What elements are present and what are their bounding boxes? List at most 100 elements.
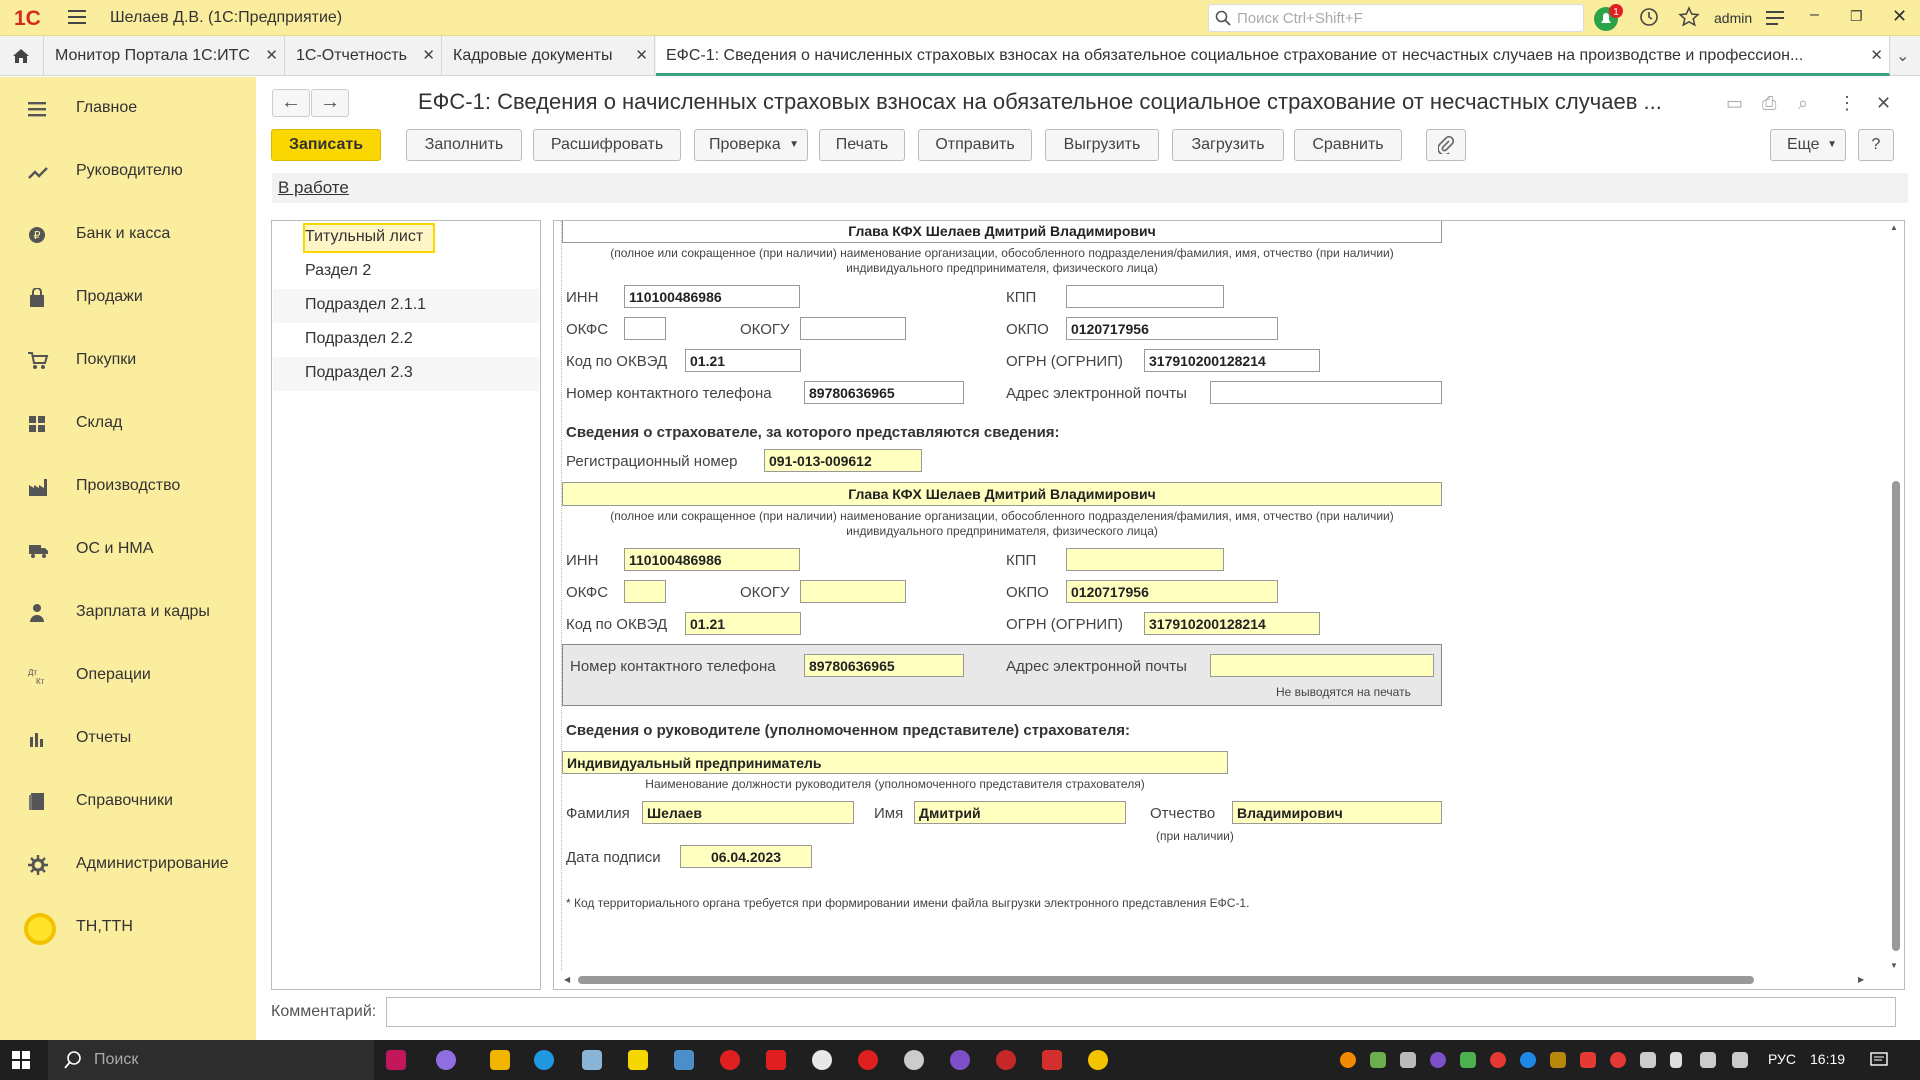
section-item-title-page[interactable]: Титульный лист [273, 221, 539, 255]
opera-icon[interactable] [858, 1050, 878, 1070]
scroll-up-icon[interactable]: ▲ [1890, 223, 1898, 232]
tray-icon-2[interactable] [1370, 1052, 1386, 1068]
section-item-2-1-1[interactable]: Подраздел 2.1.1 [273, 289, 539, 323]
status-link[interactable]: В работе [278, 178, 349, 198]
scroll-down-icon[interactable]: ▼ [1890, 961, 1898, 970]
insurer-okved-field[interactable]: 01.21 [685, 612, 801, 635]
restore-icon[interactable]: ❐ [1850, 8, 1863, 25]
tray-icon-5[interactable] [1520, 1052, 1536, 1068]
sign-date-field[interactable]: 06.04.2023 [680, 845, 812, 868]
global-search-input[interactable]: Поиск Ctrl+Shift+F [1208, 4, 1584, 32]
tray-icon-viber[interactable] [1430, 1052, 1446, 1068]
settings-menu-icon[interactable] [1766, 9, 1786, 27]
sidebar-item-tn-ttn[interactable]: ТН,ТТН [0, 908, 256, 948]
section-item-2-3[interactable]: Подраздел 2.3 [273, 357, 539, 391]
ogrn-field[interactable]: 317910200128214 [1144, 349, 1320, 372]
calculator-icon[interactable] [582, 1050, 602, 1070]
decode-button[interactable]: Расшифровать [533, 129, 681, 161]
user-name[interactable]: admin [1714, 10, 1752, 26]
close-tab-icon[interactable]: ✕ [635, 46, 648, 64]
insurer-okogu-field[interactable] [800, 580, 906, 603]
export-button[interactable]: Выгрузить [1045, 129, 1159, 161]
insurer-phone-field[interactable]: 89780636965 [804, 654, 964, 677]
sidebar-item-manager[interactable]: Руководителю [0, 152, 256, 192]
patronymic-field[interactable]: Владимирович [1232, 801, 1442, 824]
sidebar-item-reports[interactable]: Отчеты [0, 719, 256, 759]
horizontal-scrollbar[interactable]: ◀ ▶ [554, 971, 1904, 989]
kpp-field[interactable] [1066, 285, 1224, 308]
section-item-2-2[interactable]: Подраздел 2.2 [273, 323, 539, 357]
help-button[interactable]: ? [1858, 129, 1894, 161]
tray-icon-printer[interactable] [1400, 1052, 1416, 1068]
more-dropdown-button[interactable]: Еще ▼ [1770, 129, 1846, 161]
inn-field[interactable]: 110100486986 [624, 285, 800, 308]
lastname-field[interactable]: Шелаев [642, 801, 854, 824]
close-tab-icon[interactable]: ✕ [265, 46, 278, 64]
tabs-dropdown-icon[interactable]: ⌄ [1896, 46, 1909, 66]
1c-taskbar-icon[interactable] [1088, 1050, 1108, 1070]
sidebar-item-salary[interactable]: Зарплата и кадры [0, 593, 256, 633]
send-button[interactable]: Отправить [918, 129, 1032, 161]
insurer-okpo-field[interactable]: 0120717956 [1066, 580, 1278, 603]
insurer-name-field[interactable]: Глава КФХ Шелаев Дмитрий Владимирович [562, 482, 1442, 506]
edge-browser-icon[interactable] [534, 1050, 554, 1070]
tray-icon-3[interactable] [1460, 1052, 1476, 1068]
vertical-scroll-thumb[interactable] [1892, 481, 1900, 951]
back-button[interactable]: ← [272, 89, 310, 117]
settings-gear-icon[interactable] [904, 1050, 924, 1070]
taskbar-clock[interactable]: 16:19 [1810, 1051, 1845, 1067]
check-dropdown-button[interactable]: Проверка ▼ [694, 129, 808, 161]
more-vert-icon[interactable]: ⋮ [1838, 93, 1856, 114]
firstname-field[interactable]: Дмитрий [914, 801, 1126, 824]
windows-start-icon[interactable] [12, 1051, 30, 1069]
sidebar-item-catalogs[interactable]: Справочники [0, 782, 256, 822]
tab-hr-documents[interactable]: Кадровые документы ✕ [443, 36, 655, 76]
insurer-kpp-field[interactable] [1066, 548, 1224, 571]
tray-icon-yandex[interactable] [1610, 1052, 1626, 1068]
sidebar-item-bank[interactable]: ₽ Банк и касса [0, 215, 256, 255]
taskbar-search-input[interactable]: Поиск [48, 1040, 374, 1080]
horizontal-scroll-thumb[interactable] [578, 976, 1754, 984]
okfs-field[interactable] [624, 317, 666, 340]
insurer-okfs-field[interactable] [624, 580, 666, 603]
okpo-field[interactable]: 0120717956 [1066, 317, 1278, 340]
tab-portal-monitor[interactable]: Монитор Портала 1С:ИТС ✕ [45, 36, 285, 76]
minimize-icon[interactable]: – [1810, 6, 1819, 24]
sidebar-item-purchases[interactable]: Покупки [0, 341, 256, 381]
insurer-inn-field[interactable]: 110100486986 [624, 548, 800, 571]
scroll-right-icon[interactable]: ▶ [1858, 975, 1864, 984]
okved-field[interactable]: 01.21 [685, 349, 801, 372]
main-menu-icon[interactable] [68, 8, 88, 26]
tray-network-icon[interactable] [1640, 1052, 1656, 1068]
tab-efs1[interactable]: ЕФС-1: Сведения о начисленных страховых … [656, 36, 1890, 76]
org-name-field[interactable]: Глава КФХ Шелаев Дмитрий Владимирович [562, 221, 1442, 243]
sticky-notes-icon[interactable] [628, 1050, 648, 1070]
app-icon-cloud[interactable] [812, 1050, 832, 1070]
compare-button[interactable]: Сравнить [1294, 129, 1402, 161]
close-tab-icon[interactable]: ✕ [1870, 46, 1883, 64]
tray-icon-6[interactable] [1550, 1052, 1566, 1068]
tray-icon-7[interactable] [1580, 1052, 1596, 1068]
import-button[interactable]: Загрузить [1172, 129, 1284, 161]
tray-wifi-icon[interactable] [1700, 1052, 1716, 1068]
notification-center-icon[interactable] [1870, 1051, 1888, 1069]
viber-icon[interactable] [950, 1050, 970, 1070]
save-button[interactable]: Записать [271, 129, 381, 161]
sidebar-item-main[interactable]: Главное [0, 89, 256, 129]
position-field[interactable]: Индивидуальный предприниматель [562, 751, 1228, 774]
sidebar-item-sales[interactable]: Продажи [0, 278, 256, 318]
attach-button[interactable] [1426, 129, 1466, 161]
sidebar-item-production[interactable]: Производство [0, 467, 256, 507]
reg-number-field[interactable]: 091-013-009612 [764, 449, 922, 472]
sidebar-item-assets[interactable]: ОС и НМА [0, 530, 256, 570]
insurer-email-field[interactable] [1210, 654, 1434, 677]
tray-icon-chrome[interactable] [1490, 1052, 1506, 1068]
app-icon-purple[interactable] [436, 1050, 456, 1070]
fill-button[interactable]: Заполнить [406, 129, 522, 161]
tray-icon-1[interactable] [1340, 1052, 1356, 1068]
anydesk-icon[interactable] [1042, 1050, 1062, 1070]
tray-usb-icon[interactable] [1670, 1052, 1682, 1068]
tab-1c-reporting[interactable]: 1С-Отчетность ✕ [286, 36, 442, 76]
scroll-left-icon[interactable]: ◀ [564, 975, 570, 984]
keyboard-language[interactable]: РУС [1768, 1051, 1796, 1067]
